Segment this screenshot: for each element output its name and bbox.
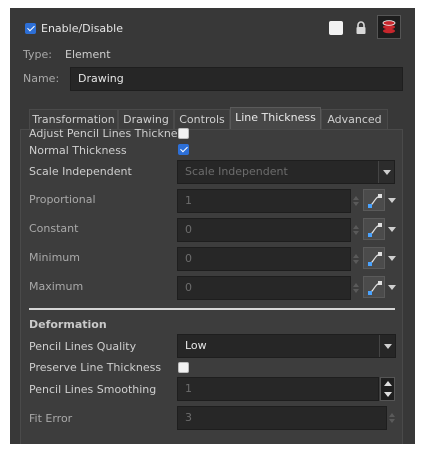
name-label: Name: bbox=[23, 72, 60, 85]
adjust-thickness-checkbox[interactable] bbox=[178, 128, 189, 139]
preserve-thickness-label: Preserve Line Thickness bbox=[29, 361, 162, 374]
enable-checkbox[interactable] bbox=[25, 23, 36, 34]
chevron-down-icon[interactable] bbox=[388, 198, 396, 203]
chevron-down-icon[interactable] bbox=[384, 392, 392, 397]
name-input[interactable]: Drawing bbox=[70, 67, 403, 91]
chevron-down-icon bbox=[384, 344, 392, 349]
scale-independent-select[interactable]: Scale Independent bbox=[177, 160, 395, 184]
fit-error-label: Fit Error bbox=[29, 412, 73, 425]
chevron-down-icon[interactable] bbox=[388, 256, 396, 261]
tab-controls[interactable]: Controls bbox=[174, 109, 230, 129]
scale-independent-value: Scale Independent bbox=[185, 165, 288, 178]
adjust-thickness-label: Adjust Pencil Lines Thickness bbox=[29, 127, 190, 140]
pencil-lines-smoothing-label: Pencil Lines Smoothing bbox=[29, 383, 157, 396]
preserve-thickness-checkbox[interactable] bbox=[178, 362, 189, 373]
type-value: Element bbox=[65, 48, 111, 61]
chevron-down-icon[interactable] bbox=[388, 227, 396, 232]
fit-error-spinner[interactable] bbox=[388, 407, 397, 429]
function-curve-icon[interactable] bbox=[363, 189, 385, 211]
minimum-label: Minimum bbox=[29, 251, 80, 264]
type-label: Type: bbox=[23, 48, 52, 61]
function-curve-icon[interactable] bbox=[363, 218, 385, 240]
proportional-spinner[interactable] bbox=[352, 190, 361, 212]
proportional-label: Proportional bbox=[29, 193, 96, 206]
tab-transformation[interactable]: Transformation bbox=[29, 109, 118, 129]
white-square-icon[interactable] bbox=[329, 21, 343, 35]
lock-icon[interactable] bbox=[355, 20, 367, 36]
pencil-lines-quality-select[interactable]: Low bbox=[177, 334, 396, 358]
smoothing-spinner[interactable] bbox=[380, 377, 395, 401]
constant-spinner[interactable] bbox=[352, 219, 361, 241]
maximum-input[interactable]: 0 bbox=[177, 276, 351, 300]
normal-thickness-label: Normal Thickness bbox=[29, 144, 127, 157]
chevron-down-icon[interactable] bbox=[388, 285, 396, 290]
tab-advanced[interactable]: Advanced bbox=[321, 109, 388, 129]
tab-line-thickness[interactable]: Line Thickness bbox=[230, 107, 321, 130]
fit-error-input[interactable]: 3 bbox=[177, 406, 387, 430]
chevron-up-icon[interactable] bbox=[384, 381, 392, 386]
deformation-title: Deformation bbox=[29, 318, 107, 331]
function-curve-icon[interactable] bbox=[363, 276, 385, 298]
tab-drawing[interactable]: Drawing bbox=[118, 109, 174, 129]
proportional-input[interactable]: 1 bbox=[177, 189, 351, 213]
scale-dropdown-button[interactable] bbox=[378, 161, 394, 183]
pencil-lines-smoothing-input[interactable]: 1 bbox=[177, 377, 379, 401]
quality-dropdown-button[interactable] bbox=[379, 335, 395, 357]
layer-color-icon[interactable] bbox=[377, 15, 401, 39]
minimum-input[interactable]: 0 bbox=[177, 247, 351, 271]
minimum-spinner[interactable] bbox=[352, 248, 361, 270]
constant-label: Constant bbox=[29, 222, 79, 235]
constant-input[interactable]: 0 bbox=[177, 218, 351, 242]
normal-thickness-checkbox[interactable] bbox=[178, 144, 189, 155]
enable-label: Enable/Disable bbox=[41, 22, 123, 35]
layer-properties-panel: Enable/Disable Type: Element Name: Drawi… bbox=[10, 8, 415, 444]
maximum-label: Maximum bbox=[29, 280, 84, 293]
pencil-lines-quality-value: Low bbox=[185, 339, 207, 352]
section-divider bbox=[29, 308, 395, 310]
function-curve-icon[interactable] bbox=[363, 247, 385, 269]
scale-independent-label: Scale Independent bbox=[29, 165, 132, 178]
maximum-spinner[interactable] bbox=[352, 277, 361, 299]
pencil-lines-quality-label: Pencil Lines Quality bbox=[29, 340, 137, 353]
chevron-down-icon bbox=[383, 170, 391, 175]
